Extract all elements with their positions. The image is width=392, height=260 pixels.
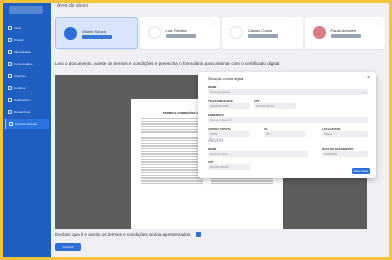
field-value: Nome da pessoa	[210, 90, 230, 94]
app-logo	[9, 6, 43, 14]
sidebar-item-label: Boletim	[14, 38, 25, 42]
birthdate-field[interactable]: 00/00/0000	[322, 151, 368, 157]
avatar	[64, 27, 77, 40]
sidebar-item-inicio[interactable]: Início	[5, 23, 49, 33]
instructions-text: Leia o documento, aceite os termos e con…	[55, 61, 281, 66]
cpf-field[interactable]: 000.000.000-00	[254, 103, 296, 109]
sidebar-item-label: Arquivos	[14, 74, 26, 78]
field-value: 000.000.000-00	[210, 165, 229, 169]
report-icon	[8, 38, 12, 42]
field-value: Rua ex. 2 Rua nº 0	[210, 118, 232, 122]
field-value: 00/00/0000	[324, 152, 337, 156]
avatar	[312, 26, 326, 39]
money-icon	[8, 50, 12, 54]
sidebar-item-boletim[interactable]: Boletim	[5, 35, 49, 45]
sidebar-item-comunicados[interactable]: Comunicados	[5, 59, 49, 69]
field-value: (00)00000-0000	[210, 104, 229, 108]
field-value: Nome do aluno	[210, 152, 228, 156]
bell-icon	[8, 98, 12, 102]
sidebar-item-notificacoes[interactable]: Notificações	[5, 95, 49, 105]
sidebar-item-label: Mensalidade	[14, 50, 32, 54]
student-grade-badge	[248, 34, 278, 38]
sidebar-item-label: Contrato Escolar	[15, 122, 38, 126]
section-title: Aluno	[208, 138, 224, 144]
student-card[interactable]: Gisele Souza ⋮	[55, 17, 138, 49]
terms-agreement: Declaro que li e aceito os termos e cond…	[55, 232, 201, 237]
student-cpf-field[interactable]: 000.000.000-00	[208, 164, 250, 170]
avatar	[147, 26, 161, 39]
avatar	[230, 26, 243, 39]
page-title: Área do aluno	[57, 3, 89, 9]
sidebar-item-horarios[interactable]: Horários	[5, 83, 49, 93]
sidebar: Início Boletim Mensalidade Comunicados A…	[3, 3, 51, 257]
address-field[interactable]: Rua ex. 2 Rua nº 0	[208, 117, 368, 123]
folder-icon	[8, 74, 12, 78]
field-value: 000.000.000-00	[256, 104, 275, 108]
sidebar-item-label: Notificações	[14, 98, 31, 102]
more-icon[interactable]: ⋮	[211, 20, 216, 26]
student-name: Gisele Souza	[82, 29, 106, 34]
student-name-field[interactable]: Nome do aluno	[208, 151, 308, 157]
student-grade-badge	[165, 34, 196, 38]
student-name: Paula Antunes	[330, 28, 357, 33]
sidebar-item-label: Horários	[14, 86, 26, 90]
student-cards: Gisele Souza ⋮ Luiz Renato ⋮ Cássio Cost…	[55, 17, 385, 49]
close-icon[interactable]: ×	[367, 75, 370, 81]
more-icon[interactable]: ⋮	[128, 21, 133, 27]
sidebar-item-mensalidade[interactable]: Mensalidade	[5, 47, 49, 57]
sidebar-item-label: Rematrícula	[14, 110, 31, 114]
agree-label: Declaro que li e aceito os termos e cond…	[55, 232, 192, 237]
chevron-down-icon: ⌄	[362, 89, 365, 94]
more-icon[interactable]: ⋮	[294, 20, 299, 26]
sidebar-item-arquivos[interactable]: Arquivos	[5, 71, 49, 81]
more-icon[interactable]: ⋮	[376, 20, 381, 26]
megaphone-icon	[8, 62, 12, 66]
field-value: 00000	[210, 132, 218, 136]
agree-checkbox[interactable]	[195, 232, 201, 237]
refresh-icon	[8, 110, 12, 114]
name-field[interactable]: Nome da pessoa ⌄	[208, 89, 368, 95]
student-grade-badge	[82, 35, 112, 39]
home-icon	[8, 26, 12, 30]
signature-modal: Situação contra digital × NOME Nome da p…	[198, 72, 376, 178]
student-grade-badge	[330, 34, 361, 38]
student-card[interactable]: Cássio Costa ⋮	[222, 17, 303, 49]
student-card[interactable]: Paula Antunes ⋮	[304, 17, 385, 49]
phone-field[interactable]: (00)00000-0000	[208, 103, 250, 109]
sidebar-item-contrato[interactable]: Contrato Escolar	[5, 119, 49, 129]
city-field[interactable]: Cidade	[322, 131, 368, 137]
sidebar-item-label: Início	[14, 26, 22, 30]
state-field[interactable]: SP	[264, 131, 306, 137]
student-name: Luiz Renato	[165, 28, 187, 33]
save-button[interactable]: Salvar dados	[352, 168, 370, 174]
postal-code-field[interactable]: 00000	[208, 131, 250, 137]
student-card[interactable]: Luiz Renato ⋮	[139, 17, 220, 49]
app-window: Início Boletim Mensalidade Comunicados A…	[3, 3, 389, 257]
submit-button[interactable]: Concluir	[55, 243, 81, 251]
document-icon	[9, 122, 13, 126]
modal-title: Situação contra digital	[208, 77, 244, 81]
field-value: SP	[266, 132, 270, 136]
field-value: Cidade	[324, 132, 333, 136]
sidebar-item-label: Comunicados	[14, 62, 33, 66]
sidebar-item-rematricula[interactable]: Rematrícula	[5, 107, 49, 117]
clock-icon	[8, 86, 12, 90]
student-name: Cássio Costa	[248, 28, 272, 33]
